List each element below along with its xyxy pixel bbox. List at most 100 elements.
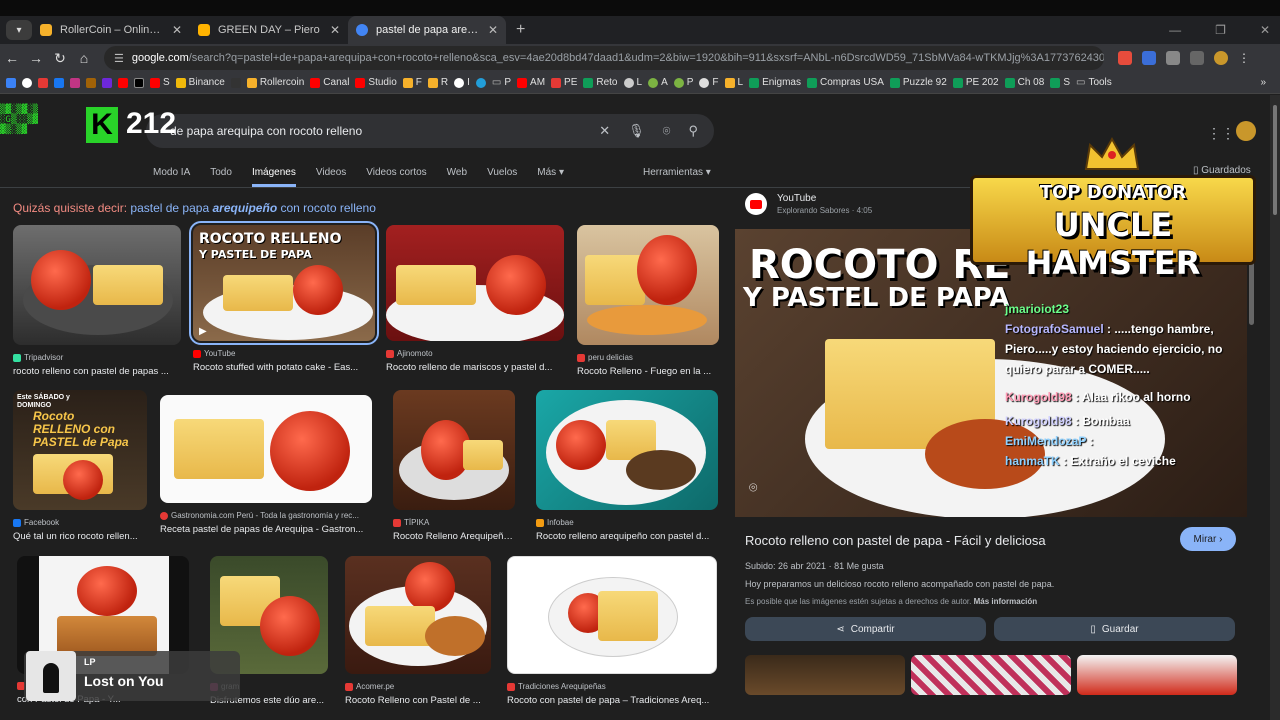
bookmark-item[interactable]: Ch 08 — [1004, 77, 1044, 88]
bookmark-item[interactable]: R — [427, 77, 448, 88]
back-icon[interactable]: ← — [0, 50, 24, 66]
image-result[interactable]: Tradiciones Arequipeñas Rocoto con paste… — [507, 556, 717, 706]
result-thumbnail[interactable] — [507, 556, 717, 674]
bookmark-item[interactable] — [134, 77, 144, 88]
result-caption[interactable]: Rocoto stuffed with potato cake - Eas... — [193, 362, 375, 373]
share-button[interactable]: ⋖ Compartir — [745, 617, 986, 641]
result-thumbnail[interactable] — [345, 556, 491, 674]
filter-videos-cortos[interactable]: Videos cortos — [366, 167, 426, 187]
bookmark-item[interactable] — [70, 77, 80, 88]
image-result-selected[interactable]: ROCOTO RELLENO Y PASTEL DE PAPA ▶ YouTub… — [189, 221, 379, 373]
bookmark-item[interactable]: F — [402, 77, 422, 88]
bookmark-item[interactable]: Puzzle 92 — [889, 77, 947, 88]
result-caption[interactable]: Rocoto relleno arequipeño con pastel d..… — [536, 531, 718, 542]
tab-search-button[interactable]: ▾ — [6, 20, 32, 40]
filter-mas[interactable]: Más ▾ — [537, 167, 564, 187]
bookmark-item[interactable] — [22, 77, 32, 88]
filter-imagenes[interactable]: Imágenes — [251, 167, 296, 187]
search-input[interactable]: de papa arequipa con rocoto relleno ✕ 🎙 … — [146, 114, 714, 148]
result-thumbnail[interactable]: ROCOTO RELLENO Y PASTEL DE PAPA ▶ — [189, 221, 379, 345]
filter-todo[interactable]: Todo — [210, 167, 232, 187]
bookmark-item[interactable]: P — [673, 77, 693, 88]
image-result[interactable]: Infobae Rocoto relleno arequipeño con pa… — [536, 390, 718, 542]
suggestion-link[interactable]: pastel de papa arequipeño con rocoto rel… — [130, 201, 376, 215]
close-icon[interactable]: ✕ — [330, 23, 340, 37]
image-result[interactable]: Este SÁBADO y DOMINGO Rocoto RELLENO con… — [13, 390, 147, 542]
close-icon[interactable]: ✕ — [172, 23, 182, 37]
extension-icon[interactable] — [1166, 51, 1180, 65]
address-bar[interactable]: ☰ google.com/search?q=pastel+de+papa+are… — [104, 46, 1104, 70]
image-result[interactable]: Ajinomoto Rocoto relleno de mariscos y p… — [386, 225, 564, 373]
minimize-icon[interactable]: — — [1169, 23, 1181, 37]
profile-icon[interactable] — [1214, 51, 1228, 65]
close-icon[interactable]: ✕ — [488, 23, 498, 37]
clear-icon[interactable]: ✕ — [599, 123, 610, 139]
bookmark-folder[interactable]: ▭ P — [492, 77, 511, 88]
bookmark-item[interactable]: AM — [517, 77, 545, 88]
tab-green-day[interactable]: GREEN DAY – Piero ✕ — [190, 16, 348, 44]
bookmark-item[interactable]: S — [150, 77, 170, 88]
bookmark-item[interactable]: I — [454, 77, 470, 88]
result-caption[interactable]: Rocoto Relleno con Pastel de ... — [345, 695, 491, 706]
image-result[interactable]: peru delicias Rocoto Relleno - Fuego en … — [577, 225, 719, 377]
reload-icon[interactable]: ↻ — [48, 50, 72, 67]
result-thumbnail[interactable] — [13, 225, 181, 345]
bookmark-item[interactable]: Compras USA — [806, 77, 884, 88]
close-window-icon[interactable]: ✕ — [1260, 23, 1270, 37]
related-image[interactable] — [911, 655, 1071, 695]
result-thumbnail[interactable] — [536, 390, 718, 510]
related-image[interactable] — [745, 655, 905, 695]
more-info-link[interactable]: Más información — [974, 597, 1038, 606]
extension-icon[interactable] — [1118, 51, 1132, 65]
result-caption[interactable]: Rocoto relleno de mariscos y pastel d... — [386, 362, 564, 373]
result-caption[interactable]: Receta pastel de papas de Arequipa - Gas… — [160, 524, 372, 535]
tab-google-search[interactable]: pastel de papa arequipa con rocoto relle… — [348, 16, 506, 44]
bookmark-item[interactable]: Enigmas — [749, 77, 801, 88]
bookmark-item[interactable] — [6, 77, 16, 88]
extension-icon[interactable] — [1142, 51, 1156, 65]
filter-videos[interactable]: Videos — [316, 167, 346, 187]
result-caption[interactable]: rocoto relleno con pastel de papas ... — [13, 366, 181, 377]
bookmark-item[interactable]: L — [623, 77, 642, 88]
filter-vuelos[interactable]: Vuelos — [487, 167, 517, 187]
preview-title[interactable]: Rocoto relleno con pastel de papa - Fáci… — [745, 533, 1046, 548]
bookmark-item[interactable] — [86, 77, 96, 88]
page-scrollbar[interactable] — [1270, 95, 1280, 720]
bookmark-item[interactable] — [38, 77, 48, 88]
bookmark-item[interactable]: PE — [551, 77, 577, 88]
result-caption[interactable]: Rocoto con pastel de papa – Tradiciones … — [507, 695, 717, 706]
bookmark-item[interactable]: Rollercoin — [246, 77, 304, 88]
filter-modo-ia[interactable]: Modo IA — [153, 167, 190, 187]
bookmark-item[interactable]: Binance — [175, 77, 225, 88]
bookmark-item[interactable]: Reto — [583, 77, 618, 88]
microphone-icon[interactable]: 🎙 — [628, 123, 645, 139]
bookmark-item[interactable] — [102, 77, 112, 88]
result-caption[interactable]: Rocoto Relleno Arequipeño... — [393, 531, 515, 542]
new-tab-button[interactable]: + — [516, 21, 525, 39]
lens-search-icon[interactable]: ⌾ — [749, 479, 757, 496]
bookmark-item[interactable] — [230, 77, 241, 88]
image-result[interactable]: TÍPIKA Rocoto Relleno Arequipeño... — [393, 390, 515, 542]
bookmark-item[interactable]: S — [1050, 77, 1070, 88]
image-result[interactable]: Tripadvisor rocoto relleno con pastel de… — [13, 225, 181, 377]
result-thumbnail[interactable]: Este SÁBADO y DOMINGO Rocoto RELLENO con… — [13, 390, 147, 510]
watch-button[interactable]: Mirar › — [1180, 527, 1236, 551]
result-caption[interactable]: Qué tal un rico rocoto rellen... — [13, 531, 147, 542]
bookmark-item[interactable] — [118, 77, 128, 88]
bookmark-item[interactable]: PE 202 — [952, 77, 999, 88]
result-thumbnail[interactable] — [577, 225, 719, 345]
filter-web[interactable]: Web — [447, 167, 467, 187]
related-image[interactable] — [1077, 655, 1237, 695]
bookmark-item[interactable]: F — [699, 77, 719, 88]
image-result[interactable]: Gastronomia.com Perú - Toda la gastronom… — [160, 395, 372, 535]
result-caption[interactable]: Rocoto Relleno - Fuego en la ... — [577, 366, 719, 377]
bookmark-item[interactable] — [54, 77, 64, 88]
forward-icon[interactable]: → — [24, 50, 48, 66]
site-info-icon[interactable]: ☰ — [114, 52, 124, 65]
result-thumbnail[interactable] — [160, 395, 372, 503]
bookmark-item[interactable]: Studio — [355, 77, 397, 88]
lens-icon[interactable]: ⌾ — [663, 123, 671, 139]
home-icon[interactable]: ⌂ — [72, 50, 96, 66]
result-thumbnail[interactable] — [386, 225, 564, 341]
tools-button[interactable]: Herramientas ▾ — [643, 167, 711, 178]
